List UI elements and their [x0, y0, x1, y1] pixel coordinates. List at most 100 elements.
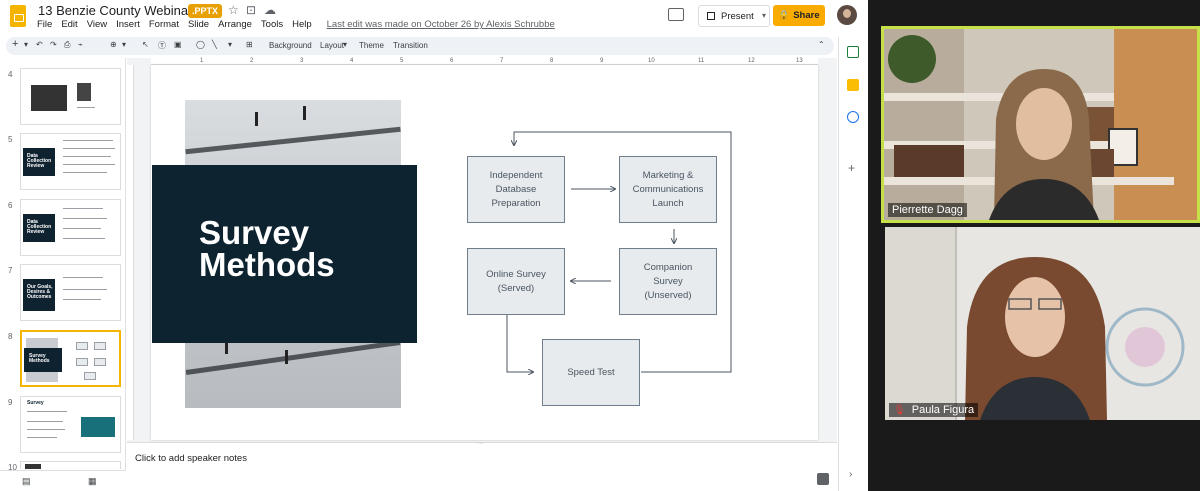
menu-insert[interactable]: Insert	[116, 19, 140, 30]
chevron-down-icon[interactable]: ▾	[228, 40, 232, 49]
participant-tile-2[interactable]: 🎙 Paula Figura	[885, 227, 1200, 420]
comment-history-icon[interactable]	[668, 8, 684, 21]
layout-button[interactable]: Layout	[320, 41, 344, 50]
image-icon[interactable]: ▣	[174, 40, 182, 49]
add-comment-icon[interactable]: ⊞	[246, 40, 253, 49]
thumb-title: Survey	[27, 400, 44, 406]
keep-icon[interactable]	[847, 79, 859, 91]
ruler-tick: 5	[400, 58, 404, 64]
ruler-tick: 12	[748, 58, 755, 64]
menu-tools[interactable]: Tools	[261, 19, 283, 30]
chevron-down-icon[interactable]: ▾	[122, 40, 126, 49]
filmstrip-footer: ▤ ▦	[0, 470, 126, 491]
ruler-tick: 8	[550, 58, 554, 64]
slide-thumbnail-8[interactable]: Survey Methods	[20, 330, 121, 387]
flow-box-database-prep[interactable]: Independent Database Preparation	[467, 156, 565, 223]
menu-format[interactable]: Format	[149, 19, 179, 30]
ruler-tick: 6	[450, 58, 454, 64]
paint-format-icon[interactable]: ⌁	[78, 40, 83, 49]
thumb-title: Data Collection Review	[27, 219, 52, 235]
participant-tile-1[interactable]: Pierrette Dagg	[881, 26, 1200, 223]
flow-box-marketing-launch[interactable]: Marketing & Communications Launch	[619, 156, 717, 223]
menu-file[interactable]: File	[37, 19, 52, 30]
lock-icon: 🔒	[778, 10, 791, 21]
menu-arrange[interactable]: Arrange	[218, 19, 252, 30]
present-button[interactable]: Present ▾	[698, 5, 770, 27]
redo-icon[interactable]: ↷	[50, 40, 57, 49]
flow-box-speed-test[interactable]: Speed Test	[542, 339, 640, 406]
arrow-4-5	[506, 315, 533, 372]
ruler-tick: 7	[500, 58, 504, 64]
slide-thumbnail-9[interactable]: Survey	[20, 396, 121, 453]
text-box-icon[interactable]: Ⓣ	[158, 40, 166, 51]
participant-name-1: Pierrette Dagg	[888, 203, 967, 217]
sheets-icon[interactable]	[847, 46, 859, 58]
ruler-tick: 2	[250, 58, 254, 64]
thumb-title: Our Goals, Desires & Outcomes	[27, 284, 53, 300]
slide-number: 8	[8, 332, 13, 341]
menu-view[interactable]: View	[87, 19, 107, 30]
explore-icon[interactable]	[817, 473, 829, 485]
current-slide[interactable]: Survey Methods Independent Database Prep…	[151, 65, 818, 440]
flow-box-companion-survey[interactable]: Companion Survey (Unserved)	[619, 248, 717, 315]
select-cursor-icon[interactable]: ↖	[142, 40, 149, 49]
zoom-icon[interactable]: ⊕	[110, 40, 117, 49]
filmstrip-view-icon[interactable]: ▤	[22, 476, 31, 487]
background-button[interactable]: Background	[269, 41, 312, 50]
participant-video-2	[885, 227, 1200, 420]
chevron-down-icon[interactable]: ▾	[343, 40, 347, 49]
flow-box-online-survey[interactable]: Online Survey (Served)	[467, 248, 565, 315]
present-label: Present	[721, 10, 754, 22]
chevron-down-icon[interactable]: ▾	[24, 40, 28, 49]
slide-thumbnail-6[interactable]: Data Collection Review	[20, 199, 121, 256]
share-button[interactable]: 🔒 Share	[773, 5, 825, 26]
last-edit-link[interactable]: Last edit was made on October 26 by Alex…	[327, 19, 555, 30]
slide-thumbnail-4[interactable]	[20, 68, 121, 125]
speaker-notes-placeholder[interactable]: Click to add speaker notes	[135, 453, 247, 464]
account-avatar[interactable]	[837, 5, 857, 25]
speaker-notes[interactable]: Click to add speaker notes ···	[127, 440, 837, 491]
menu-slide[interactable]: Slide	[188, 19, 209, 30]
shape-icon[interactable]: ◯	[196, 40, 205, 49]
slide-number: 9	[8, 398, 13, 407]
slides-logo-icon[interactable]	[10, 5, 26, 27]
undo-icon[interactable]: ↶	[36, 40, 43, 49]
collapse-toolbar-icon[interactable]: ⌃	[818, 40, 825, 49]
print-icon[interactable]: ⎙	[64, 40, 70, 50]
chevron-down-icon[interactable]: ▾	[762, 11, 766, 20]
slide-thumbnail-10[interactable]	[20, 461, 121, 469]
slide-thumbnail-5[interactable]: Data Collection Review	[20, 133, 121, 190]
star-icon[interactable]: ☆	[228, 3, 239, 17]
transition-button[interactable]: Transition	[393, 41, 428, 50]
chevron-right-icon[interactable]: ›	[849, 469, 852, 480]
ruler-tick: 1	[200, 58, 204, 64]
resize-handle-icon[interactable]: ···	[477, 440, 484, 447]
participant-name-tag-2: 🎙 Paula Figura	[889, 403, 979, 417]
menu-help[interactable]: Help	[292, 19, 312, 30]
ruler-tick: 13	[796, 58, 803, 64]
present-icon	[707, 12, 715, 20]
theme-button[interactable]: Theme	[359, 41, 384, 50]
slide-thumbnail-7[interactable]: Our Goals, Desires & Outcomes	[20, 264, 121, 321]
tasks-icon[interactable]	[847, 111, 859, 123]
move-folder-icon[interactable]: ⊡	[246, 3, 256, 17]
slide-number: 4	[8, 70, 13, 79]
ruler-tick: 11	[698, 58, 705, 64]
menu-bar: File Edit View Insert Format Slide Arran…	[37, 19, 564, 30]
add-addon-icon[interactable]: +	[848, 161, 855, 175]
file-type-badge: .PPTX	[188, 4, 223, 18]
line-icon[interactable]: ╲	[212, 40, 217, 49]
screen: 13 Benzie County Webinar PPT .PPTX ☆ ⊡ ☁…	[0, 0, 1200, 491]
new-slide-icon[interactable]: +	[12, 38, 18, 50]
slide-number: 5	[8, 135, 13, 144]
participant-name-2: Paula Figura	[911, 404, 975, 416]
participant-video-1	[884, 29, 1197, 220]
side-panel-rail: + ›	[838, 37, 868, 491]
horizontal-ruler: 1 2 3 4 5 6 7 8 9 10 11 12 13	[151, 58, 818, 65]
share-label: Share	[793, 10, 820, 21]
slide-filmstrip[interactable]: 4 5 Data Collection Review 6 Data Collec…	[0, 58, 126, 491]
slide-number: 6	[8, 201, 13, 210]
cloud-status-icon[interactable]: ☁	[264, 3, 276, 17]
grid-view-icon[interactable]: ▦	[88, 476, 97, 487]
menu-edit[interactable]: Edit	[61, 19, 77, 30]
